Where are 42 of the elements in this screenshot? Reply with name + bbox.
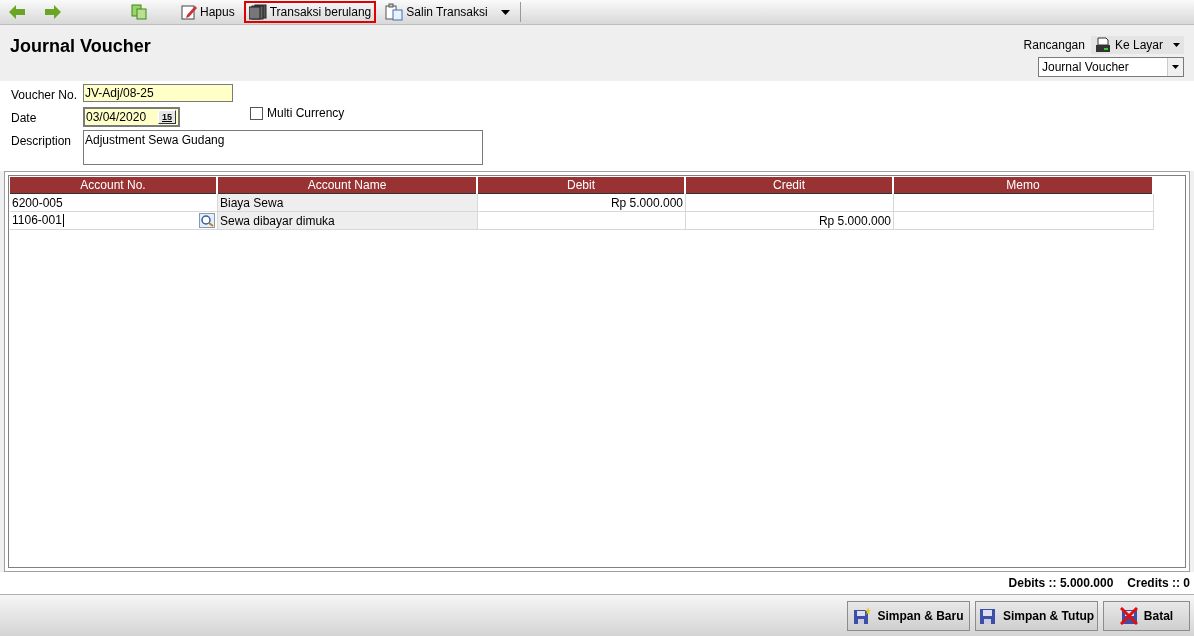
table-cell: 6200-005 <box>10 194 218 212</box>
table-cell: Biaya Sewa <box>218 194 478 212</box>
total-text: Credits :: 0 <box>1127 575 1190 592</box>
column-header: Account Name <box>218 177 476 194</box>
input-field[interactable]: JV-Adj/08-25 <box>83 84 233 102</box>
column-header: Account No. <box>10 177 216 194</box>
field-label: Description <box>11 133 73 150</box>
output-dropdown[interactable]: Ke Layar <box>1090 36 1184 54</box>
caret-icon <box>1173 43 1180 47</box>
table-cell[interactable]: 1106-001 <box>10 212 218 230</box>
form-title: Journal Voucher <box>10 35 151 58</box>
template-dropdown[interactable]: Journal Voucher <box>1038 57 1184 77</box>
calendar-button[interactable]: 15 <box>158 110 176 124</box>
checkbox[interactable] <box>250 106 263 120</box>
cancel-icon <box>1119 606 1138 625</box>
printer-icon <box>1094 37 1111 53</box>
column-header: Memo <box>894 177 1152 194</box>
toolbar-button[interactable]: Transaksi berulang <box>243 1 377 23</box>
field-label: Voucher No. <box>11 87 79 104</box>
checkbox-label: Multi Currency <box>267 105 345 122</box>
save-new-icon <box>853 606 872 625</box>
clipboard-icon <box>385 3 404 21</box>
table-cell: Rp 5.000.000 <box>686 212 894 230</box>
table-cell: Sewa dibayar dimuka <box>218 212 478 230</box>
design-label: Rancangan <box>1023 37 1085 54</box>
save-icon <box>978 606 997 625</box>
action-button[interactable]: Simpan & Baru <box>847 600 970 631</box>
total-text: Debits :: 5.000.000 <box>1008 575 1114 592</box>
action-button[interactable]: Simpan & Tutup <box>975 600 1098 631</box>
toolbar-button[interactable]: Hapus <box>176 1 240 23</box>
table-cell: Rp 5.000.000 <box>478 194 686 212</box>
date-field[interactable]: 03/04/2020 15 <box>83 107 180 127</box>
caret-icon[interactable] <box>500 9 510 15</box>
stacked-pages-icon <box>248 4 267 20</box>
column-header: Credit <box>686 177 892 194</box>
lookup-icon[interactable] <box>199 213 215 228</box>
description-field[interactable]: Adjustment Sewa Gudang <box>83 130 483 165</box>
pencil-note-icon <box>181 4 197 20</box>
toolbar-button[interactable]: Salin Transaksi <box>380 1 493 23</box>
action-button[interactable]: Batal <box>1103 600 1190 631</box>
column-header: Debit <box>478 177 684 194</box>
field-label: Date <box>11 110 38 127</box>
